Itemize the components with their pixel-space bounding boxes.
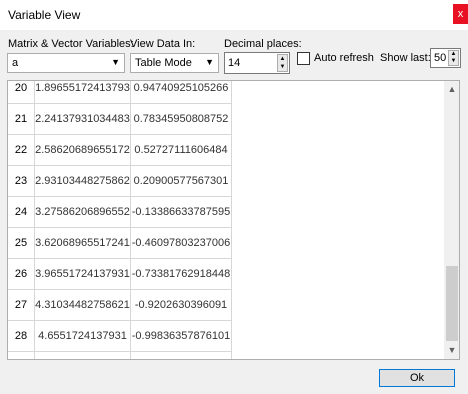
table-row[interactable]: 26 3.96551724137931 -0.73381762918448: [8, 259, 258, 290]
chevron-down-icon: ▼: [205, 57, 214, 67]
chevron-down-icon: ▼: [111, 57, 120, 67]
close-button[interactable]: x: [453, 4, 468, 24]
table-row[interactable]: 27 4.31034482758621 -0.9202630396091: [8, 290, 258, 321]
table-row[interactable]: 25 3.62068965517241 -0.46097803237006: [8, 228, 258, 259]
cell-col1[interactable]: 5.: [35, 352, 131, 359]
spin-down-icon[interactable]: ▼: [449, 58, 458, 65]
row-index: 20: [8, 81, 35, 104]
decimal-places-label: Decimal places:: [224, 38, 302, 50]
cell-col1[interactable]: 3.96551724137931: [35, 259, 131, 290]
cell-col1[interactable]: 1.89655172413793: [35, 81, 131, 104]
cell-col1[interactable]: 2.58620689655172: [35, 135, 131, 166]
table-row[interactable]: 23 2.93103448275862 0.20900577567301: [8, 166, 258, 197]
row-index: 27: [8, 290, 35, 321]
row-index: 21: [8, 104, 35, 135]
table-row[interactable]: 28 4.6551724137931 -0.99836357876101: [8, 321, 258, 352]
cell-col2[interactable]: 0.20900577567301: [131, 166, 232, 197]
matrix-select[interactable]: a ▼: [7, 53, 125, 73]
ok-button[interactable]: Ok: [379, 369, 455, 387]
row-index: 29: [8, 352, 35, 359]
data-grid[interactable]: 20 1.89655172413793 0.94740925105266 21 2.24…: [7, 80, 460, 360]
row-index: 26: [8, 259, 35, 290]
show-last-spin-buttons[interactable]: ▲ ▼: [448, 50, 459, 66]
show-last-stepper[interactable]: 50 ▲ ▼: [430, 48, 461, 68]
row-index: 22: [8, 135, 35, 166]
title-bar: Variable View x: [0, 0, 468, 30]
auto-refresh-label: Auto refresh: [314, 52, 374, 64]
table-row[interactable]: 21 2.24137931034483 0.78345950808752: [8, 104, 258, 135]
cell-col2[interactable]: 0.94740925105266: [131, 81, 232, 104]
view-data-label: View Data In:: [130, 38, 196, 50]
decimal-spin-buttons[interactable]: ▲ ▼: [277, 54, 288, 72]
spin-down-icon[interactable]: ▼: [278, 63, 287, 71]
cell-col1[interactable]: 3.62068965517241: [35, 228, 131, 259]
row-index: 24: [8, 197, 35, 228]
row-index: 23: [8, 166, 35, 197]
row-index: 28: [8, 321, 35, 352]
cell-col2[interactable]: 0.52727111606484: [131, 135, 232, 166]
scroll-down-icon[interactable]: ▼: [444, 342, 459, 359]
cell-col2[interactable]: -0.46097803237006: [131, 228, 232, 259]
table-row[interactable]: 20 1.89655172413793 0.94740925105266: [8, 81, 258, 104]
cell-col1[interactable]: 4.6551724137931: [35, 321, 131, 352]
vertical-scrollbar[interactable]: ▲ ▼: [444, 81, 459, 359]
cell-col2[interactable]: -0.13386633787595: [131, 197, 232, 228]
cell-col2[interactable]: 0.78345950808752: [131, 104, 232, 135]
matrix-select-value: a: [12, 57, 19, 69]
cell-col2[interactable]: -0.73381762918448: [131, 259, 232, 290]
view-mode-value: Table Mode: [135, 57, 192, 69]
cell-col1[interactable]: 3.27586206896552: [35, 197, 131, 228]
cell-col2[interactable]: -0.95892427466314: [131, 352, 232, 359]
decimal-places-value: 14: [228, 57, 241, 69]
cell-col2[interactable]: -0.99836357876101: [131, 321, 232, 352]
scroll-up-icon[interactable]: ▲: [444, 81, 459, 98]
row-index: 25: [8, 228, 35, 259]
matrix-vector-label: Matrix & Vector Variables:: [8, 38, 134, 50]
cell-col1[interactable]: 2.93103448275862: [35, 166, 131, 197]
auto-refresh-checkbox[interactable]: [297, 52, 310, 65]
decimal-places-stepper[interactable]: 14 ▲ ▼: [224, 52, 290, 74]
spin-up-icon[interactable]: ▲: [449, 51, 458, 58]
cell-col1[interactable]: 2.24137931034483: [35, 104, 131, 135]
table-row[interactable]: 24 3.27586206896552 -0.13386633787595: [8, 197, 258, 228]
cell-col2[interactable]: -0.9202630396091: [131, 290, 232, 321]
spin-up-icon[interactable]: ▲: [278, 55, 287, 63]
table-row[interactable]: 22 2.58620689655172 0.52727111606484: [8, 135, 258, 166]
show-last-value: 50: [434, 52, 447, 64]
cell-col1[interactable]: 4.31034482758621: [35, 290, 131, 321]
scroll-thumb[interactable]: [446, 266, 458, 341]
show-last-label: Show last:: [380, 52, 431, 64]
view-mode-select[interactable]: Table Mode ▼: [130, 53, 219, 73]
window-title: Variable View: [8, 8, 81, 22]
table-row[interactable]: 295.-0.95892427466314: [8, 352, 258, 359]
